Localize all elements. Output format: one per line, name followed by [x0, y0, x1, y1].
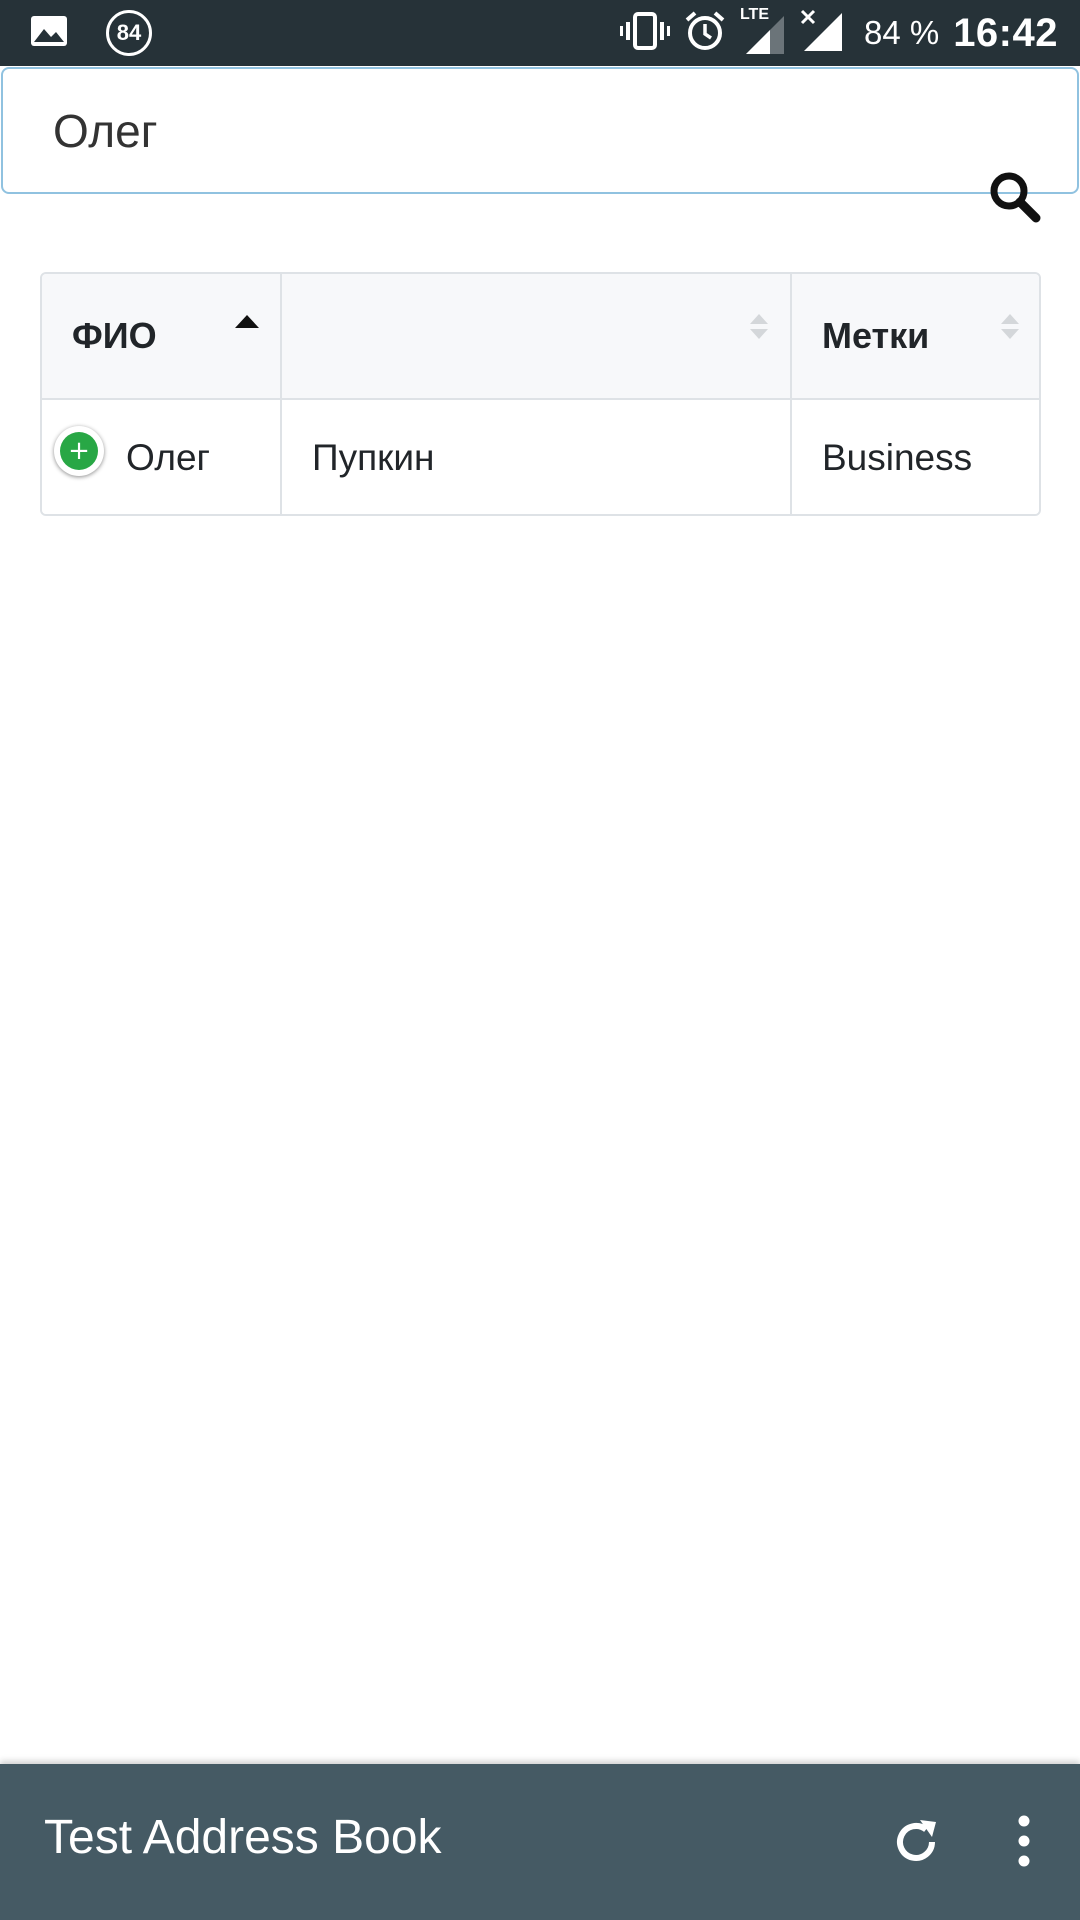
sort-ascending-icon [234, 312, 260, 337]
table-cell-tags: Business [790, 400, 1039, 514]
image-notification-icon [30, 15, 68, 52]
sort-both-icon [999, 312, 1021, 347]
column-header-fio[interactable]: ФИО [42, 274, 280, 398]
vibrate-icon [619, 11, 670, 56]
column-header-label: Метки [822, 315, 930, 356]
alarm-icon [684, 10, 726, 57]
contacts-table: ФИО Метки + Олег Пупкин Business [40, 272, 1041, 516]
sort-both-icon [748, 312, 770, 347]
search-input[interactable] [53, 91, 933, 171]
notification-count-badge: 84 [106, 10, 152, 56]
column-header-last-name[interactable] [280, 274, 790, 398]
battery-percentage: 84 % [863, 14, 940, 51]
tags-text: Business [822, 437, 973, 478]
lte-signal-icon: LTE [740, 6, 786, 56]
clock: 16:42 [953, 10, 1058, 55]
more-vert-icon[interactable] [1010, 1814, 1038, 1873]
bottom-toolbar: Test Address Book [0, 1764, 1080, 1920]
table-row[interactable]: + Олег Пупкин Business [42, 400, 1039, 514]
table-header: ФИО Метки [42, 274, 1039, 400]
signal-no-data-icon [800, 9, 844, 58]
column-header-tags[interactable]: Метки [790, 274, 1039, 398]
plus-icon: + [60, 432, 98, 470]
column-header-label: ФИО [72, 315, 157, 356]
search-icon[interactable] [989, 171, 1041, 228]
table-cell-first-name: + Олег [42, 400, 280, 514]
search-bar [1, 67, 1079, 223]
table-cell-last-name: Пупкин [280, 400, 790, 514]
last-name-text: Пупкин [312, 437, 435, 478]
status-bar: 84 LTE 84 % 16:42 [0, 0, 1080, 66]
refresh-icon[interactable] [890, 1816, 942, 1873]
expand-row-button[interactable]: + [54, 426, 104, 476]
app-title: Test Address Book [44, 1811, 442, 1864]
